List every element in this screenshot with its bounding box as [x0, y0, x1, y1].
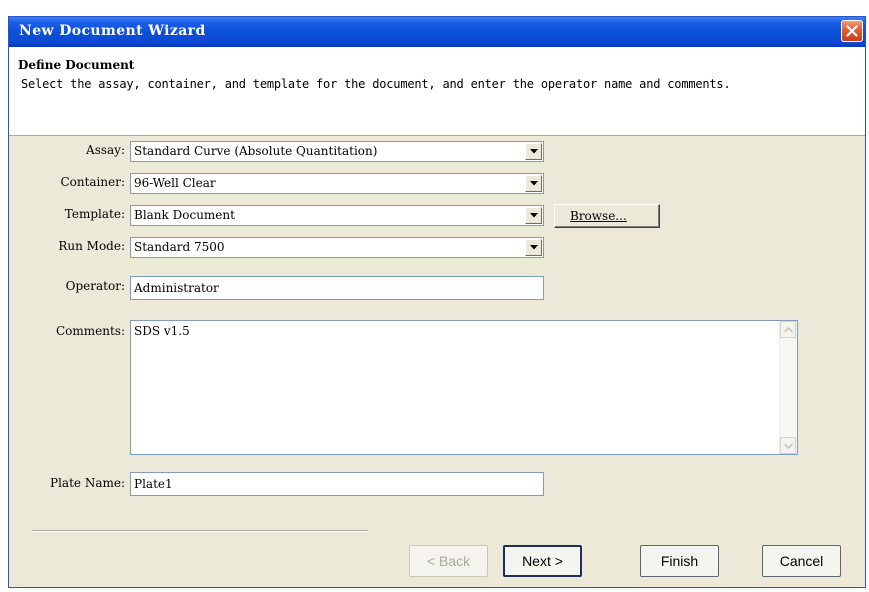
run-mode-label: Run Mode:: [58, 239, 125, 253]
back-button[interactable]: < Back: [409, 545, 488, 577]
header-panel: Define Document Select the assay, contai…: [9, 47, 865, 136]
assay-select[interactable]: Standard Curve (Absolute Quantitation): [130, 141, 544, 162]
chevron-down-icon: [530, 213, 538, 218]
run-mode-dropdown-button[interactable]: [525, 239, 542, 256]
scroll-down-button[interactable]: [780, 437, 796, 454]
chevron-down-icon: [530, 245, 538, 250]
run-mode-value: Standard 7500: [134, 240, 225, 254]
close-icon: [846, 25, 858, 37]
comments-textarea[interactable]: SDS v1.5: [130, 320, 798, 455]
assay-value: Standard Curve (Absolute Quantitation): [134, 144, 378, 158]
scroll-down-icon: [784, 443, 793, 449]
title-bar[interactable]: New Document Wizard: [9, 17, 865, 47]
template-dropdown-button[interactable]: [525, 207, 542, 224]
plate-name-value: Plate1: [134, 477, 173, 491]
step-title: Define Document: [18, 58, 135, 72]
close-button[interactable]: [841, 20, 863, 42]
new-document-wizard-dialog: New Document Wizard Define Document Sele…: [8, 16, 866, 588]
template-label: Template:: [64, 207, 125, 221]
operator-label: Operator:: [65, 279, 125, 293]
operator-input[interactable]: Administrator: [130, 276, 544, 300]
cancel-button[interactable]: Cancel: [762, 545, 841, 577]
assay-dropdown-button[interactable]: [525, 143, 542, 160]
operator-value: Administrator: [134, 281, 219, 295]
step-description: Select the assay, container, and templat…: [21, 77, 731, 91]
run-mode-select[interactable]: Standard 7500: [130, 237, 544, 258]
template-select[interactable]: Blank Document: [130, 205, 544, 226]
comments-value: SDS v1.5: [134, 324, 190, 338]
next-button[interactable]: Next >: [503, 545, 582, 577]
container-select[interactable]: 96-Well Clear: [130, 173, 544, 194]
browse-button-label: Browse...: [570, 209, 627, 223]
plate-name-input[interactable]: Plate1: [130, 472, 544, 496]
chevron-down-icon: [530, 181, 538, 186]
finish-button[interactable]: Finish: [640, 545, 719, 577]
window-title: New Document Wizard: [19, 23, 206, 39]
container-dropdown-button[interactable]: [525, 175, 542, 192]
scroll-up-button[interactable]: [780, 321, 796, 338]
assay-label: Assay:: [86, 143, 125, 157]
footer-separator: [32, 530, 368, 532]
container-label: Container:: [60, 175, 125, 189]
plate-name-label: Plate Name:: [50, 476, 125, 490]
comments-label: Comments:: [55, 324, 125, 338]
container-value: 96-Well Clear: [134, 176, 216, 190]
comments-scrollbar[interactable]: [779, 321, 797, 454]
browse-button[interactable]: Browse...: [554, 204, 660, 228]
scroll-up-icon: [784, 327, 793, 333]
template-value: Blank Document: [134, 208, 235, 222]
chevron-down-icon: [530, 149, 538, 154]
